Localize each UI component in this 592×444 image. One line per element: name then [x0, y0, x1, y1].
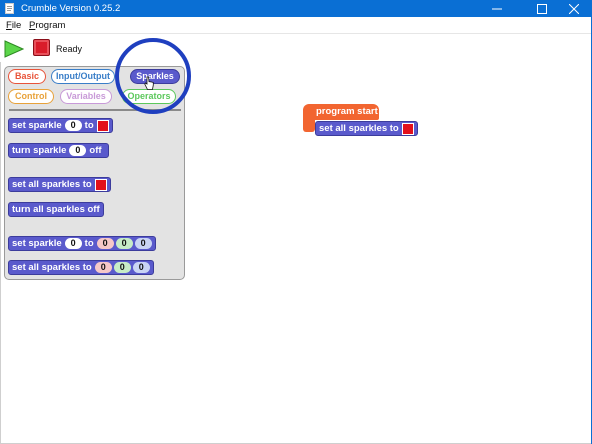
category-control[interactable]: Control [8, 89, 54, 104]
sparkle-index-slot[interactable]: 0 [64, 238, 82, 249]
sparkle-index-slot[interactable]: 0 [69, 145, 87, 156]
block-turn-sparkle-off[interactable]: turn sparkle 0 off [8, 143, 109, 158]
window-left-border [0, 62, 1, 444]
category-input-output[interactable]: Input/Output [51, 69, 115, 84]
maximize-icon [537, 3, 547, 14]
block-set-sparkle-rgb[interactable]: set sparkle 0 to 0 0 0 [8, 236, 156, 251]
window-titlebar: Crumble Version 0.25.2 [0, 0, 592, 17]
menu-bar: File Program [0, 17, 592, 34]
status-text: Ready [56, 44, 83, 54]
category-basic[interactable]: Basic [8, 69, 46, 84]
green-value-slot[interactable]: 0 [113, 262, 131, 273]
menu-program[interactable]: Program [29, 20, 65, 31]
color-swatch[interactable] [401, 122, 414, 135]
block-set-all-sparkles[interactable]: set all sparkles to [8, 177, 111, 192]
program-start-block-connector [303, 118, 315, 132]
play-icon[interactable] [4, 40, 24, 58]
color-swatch[interactable] [96, 119, 109, 132]
green-value-slot[interactable]: 0 [115, 238, 133, 249]
block-set-sparkle[interactable]: set sparkle 0 to [8, 118, 113, 133]
close-icon [569, 3, 579, 14]
block-set-all-sparkles-rgb[interactable]: set all sparkles to 0 0 0 [8, 260, 154, 275]
toolbar: Ready [0, 34, 592, 62]
red-value-slot[interactable]: 0 [94, 262, 112, 273]
maximize-button[interactable] [527, 0, 557, 17]
sparkle-index-slot[interactable]: 0 [64, 120, 82, 131]
color-swatch[interactable] [94, 178, 107, 191]
hand-pointer-icon [144, 76, 154, 90]
workspace-block-set-all-sparkles[interactable]: set all sparkles to [315, 121, 418, 136]
red-value-slot[interactable]: 0 [96, 238, 114, 249]
crumble-app-icon [5, 3, 14, 14]
blue-value-slot[interactable]: 0 [132, 262, 150, 273]
blue-value-slot[interactable]: 0 [134, 238, 152, 249]
stop-icon[interactable] [33, 39, 50, 56]
minimize-button[interactable] [482, 0, 512, 17]
close-button[interactable] [559, 0, 589, 17]
category-variables[interactable]: Variables [60, 89, 112, 104]
menu-file[interactable]: File [6, 20, 21, 31]
window-title: Crumble Version 0.25.2 [21, 3, 121, 14]
minimize-icon [492, 8, 502, 9]
block-turn-all-sparkles-off[interactable]: turn all sparkles off [8, 202, 104, 217]
